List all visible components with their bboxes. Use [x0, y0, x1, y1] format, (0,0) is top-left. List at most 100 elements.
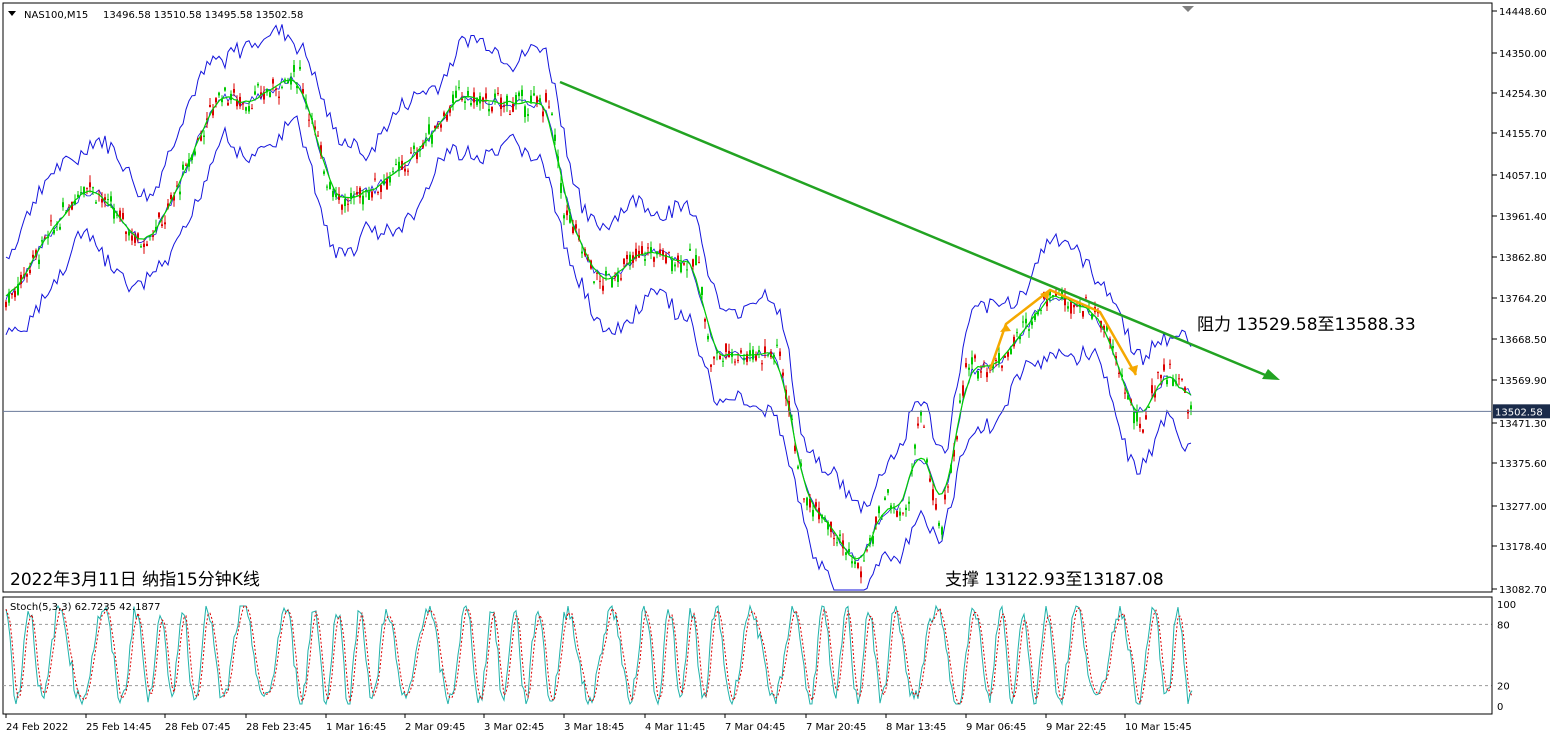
candle-body — [1133, 411, 1135, 424]
candle-body — [833, 538, 835, 540]
candle-body — [836, 542, 838, 544]
candle-body — [668, 251, 670, 253]
candle-body — [608, 274, 610, 276]
candle-body — [803, 498, 805, 500]
candle-body — [611, 277, 613, 288]
candle-body — [254, 91, 256, 95]
candle-body — [224, 87, 226, 91]
candle-body — [524, 106, 526, 118]
candle-body — [650, 247, 652, 252]
candle-body — [446, 114, 448, 121]
time-tick-label: 2 Mar 09:45 — [405, 722, 465, 733]
candle-body — [128, 231, 130, 236]
candle-body — [560, 183, 562, 193]
candle-body — [1073, 304, 1075, 308]
candle-body — [929, 478, 931, 482]
candle-body — [1070, 301, 1072, 314]
candle-body — [227, 102, 229, 106]
time-tick-label: 24 Feb 2022 — [6, 722, 68, 733]
candle-body — [539, 98, 541, 103]
candle-body — [563, 215, 565, 219]
stoch-label: Stoch(5,3,3) 62.7235 42.1877 — [10, 602, 161, 613]
candle-body — [941, 527, 943, 535]
candle-body — [1178, 378, 1180, 380]
candle-body — [773, 354, 775, 358]
candle-body — [362, 195, 364, 205]
ohlc-values: 13496.58 13510.58 13495.58 13502.58 — [103, 10, 303, 21]
candle-body — [938, 522, 940, 526]
candle-body — [509, 114, 511, 116]
candle-body — [152, 235, 154, 237]
candle-body — [455, 90, 457, 98]
candle-body — [806, 497, 808, 506]
stoch-tick-label: 0 — [1497, 702, 1503, 713]
time-tick-label: 25 Feb 14:45 — [86, 722, 152, 733]
candle-body — [1160, 374, 1162, 379]
time-tick-label: 28 Feb 07:45 — [165, 722, 231, 733]
candle-body — [1028, 329, 1030, 331]
candle-body — [440, 124, 442, 128]
candle-body — [767, 354, 769, 356]
price-tick-label: 13668.50 — [1499, 335, 1547, 346]
candle-body — [980, 371, 982, 373]
time-tick-label: 3 Mar 18:45 — [564, 722, 624, 733]
candle-body — [530, 95, 532, 102]
candle-body — [857, 562, 859, 569]
candle-body — [1142, 429, 1144, 433]
candle-body — [494, 93, 496, 98]
candle-body — [146, 243, 148, 247]
candle-body — [323, 171, 325, 174]
candle-body — [164, 222, 166, 225]
candle-body — [617, 274, 619, 282]
candle-body — [1031, 321, 1033, 326]
price-tick-label: 13375.60 — [1499, 459, 1547, 470]
main-plot-frame — [2, 2, 1493, 593]
candle-body — [344, 199, 346, 207]
candle-body — [233, 88, 235, 93]
candle-body — [764, 346, 766, 354]
candle-body — [428, 124, 430, 134]
support-annotation: 支撑 13122.93至13187.08 — [945, 570, 1164, 590]
candle-body — [1067, 306, 1069, 309]
symbol-label: NAS100,M15 — [24, 10, 88, 21]
candle-body — [5, 301, 7, 308]
candle-body — [209, 105, 211, 108]
candle-body — [545, 93, 547, 102]
candle-body — [959, 400, 961, 403]
candle-body — [341, 204, 343, 210]
candle-body — [92, 187, 94, 189]
price-tick-label: 13082.70 — [1499, 585, 1547, 596]
candle-body — [926, 459, 928, 463]
candle-body — [962, 385, 964, 396]
candle-body — [1166, 379, 1168, 385]
candle-body — [914, 444, 916, 449]
candle-body — [1010, 348, 1012, 354]
chart-area[interactable]: NAS100,M15 13496.58 13510.58 13495.58 13… — [0, 0, 1553, 744]
candle-body — [299, 66, 301, 70]
time-tick-label: 10 Mar 15:45 — [1125, 722, 1192, 733]
price-tick-label: 13471.30 — [1499, 419, 1547, 430]
candle-body — [242, 103, 244, 105]
candle-body — [887, 489, 889, 493]
candle-body — [1163, 364, 1165, 371]
candle-body — [734, 361, 736, 363]
candle-body — [332, 191, 334, 197]
time-tick-label: 4 Mar 11:45 — [645, 722, 705, 733]
candle-body — [701, 286, 703, 295]
candle-body — [122, 212, 124, 219]
candle-body — [317, 135, 319, 137]
candle-body — [143, 243, 145, 248]
time-axis: 24 Feb 2022 25 Feb 14:45 28 Feb 07:45 28 Fe… — [5, 714, 1192, 733]
candle-body — [797, 466, 799, 469]
time-tick-label: 28 Feb 23:45 — [246, 722, 312, 733]
candle-body — [899, 511, 901, 516]
candle-body — [653, 257, 655, 262]
candle-body — [878, 506, 880, 514]
candle-body — [566, 210, 568, 216]
candle-body — [32, 254, 34, 258]
candle-body — [965, 363, 967, 368]
candle-body — [59, 226, 61, 230]
candle-body — [125, 231, 127, 234]
candle-body — [815, 502, 817, 507]
candle-body — [944, 494, 946, 500]
